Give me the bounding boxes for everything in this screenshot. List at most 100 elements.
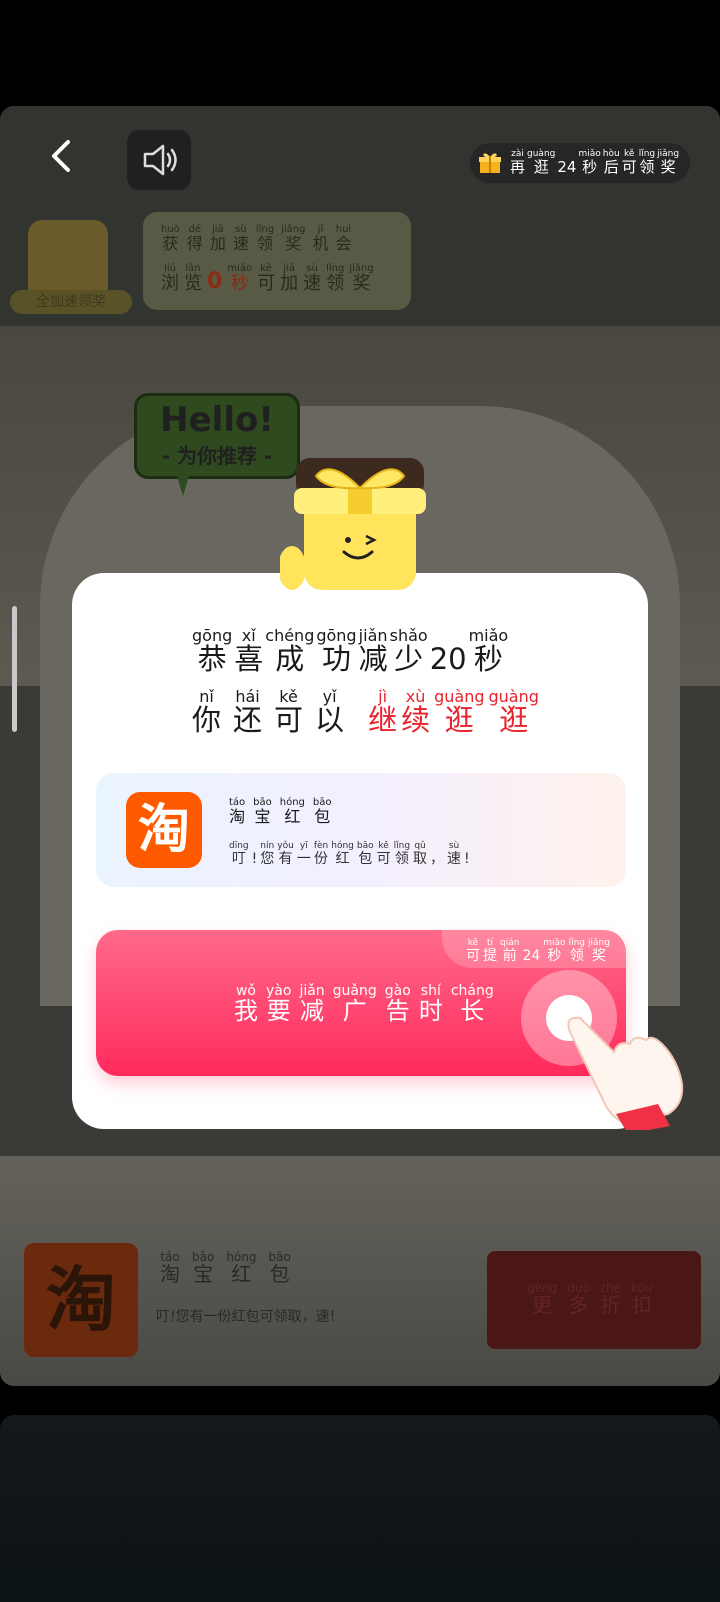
reward-char: 24 bbox=[557, 149, 576, 175]
modal-title-hanzi: 成 bbox=[275, 642, 305, 676]
modal-sub-red-hanzi: 逛 bbox=[499, 703, 529, 737]
taobao-title-char: bǎo 宝 bbox=[253, 797, 272, 825]
speaker-icon bbox=[143, 144, 177, 176]
modal-sub-char: yǐ 以 bbox=[315, 688, 344, 735]
bubble1-hanzi: 获 bbox=[162, 234, 179, 253]
taobao-desc-char: hóng 红 bbox=[331, 841, 354, 866]
taobao-logo-icon: 淘 bbox=[126, 792, 202, 868]
bubble2-hanzi: 秒 bbox=[230, 273, 249, 294]
gift-icon bbox=[479, 153, 501, 173]
bubble1-hanzi: 机 bbox=[312, 234, 329, 253]
bg-button-char: duō 多 bbox=[567, 1281, 590, 1315]
modal-title-hanzi: 恭 bbox=[197, 642, 227, 676]
bubble2-char: sù 速 bbox=[303, 263, 321, 293]
modal-title-char: gōng 恭 bbox=[192, 627, 232, 674]
bubble2-char: lǎn 览 bbox=[184, 263, 202, 293]
bg-button-char: gèng 更 bbox=[527, 1281, 557, 1315]
reward-hanzi: 秒 bbox=[582, 158, 598, 176]
modal-title-char: chéng 成 bbox=[265, 627, 314, 674]
bubble2-hanzi: 奖 bbox=[352, 273, 371, 294]
modal-subtitle-black: nǐ 你 hái 还 kě 可 yǐ 以 bbox=[192, 688, 356, 735]
bg-button-label: gèng 更 duō 多 zhé 折 kòu 扣 bbox=[527, 1281, 663, 1315]
taobao-desc-char: yī 一 bbox=[297, 841, 311, 866]
reward-hanzi: 领 bbox=[639, 158, 655, 176]
taobao-desc-hanzi: 取 bbox=[413, 851, 428, 867]
bubble1-char: dé 得 bbox=[187, 224, 203, 252]
reward-hanzi: 可 bbox=[621, 158, 637, 176]
taobao-desc-hanzi: 领 bbox=[394, 851, 409, 867]
bubble1-hanzi: 奖 bbox=[285, 234, 302, 253]
bg-title-char: hóng 红 bbox=[226, 1250, 256, 1284]
modal-sub-red-char: guàng 逛 bbox=[434, 688, 484, 735]
bubble2-char: lǐng 领 bbox=[326, 263, 344, 293]
modal-title-hanzi: 20 bbox=[429, 642, 467, 676]
bubble2-hanzi: 领 bbox=[326, 273, 345, 294]
bubble1-char: jī 机 bbox=[312, 224, 328, 252]
taobao-desc-char: qǔ 取 bbox=[413, 841, 427, 866]
cta-tag-hanzi: 奖 bbox=[591, 948, 606, 964]
taobao-desc-hanzi: 叮 bbox=[231, 851, 246, 867]
bubble2-hanzi: 可 bbox=[257, 273, 276, 294]
cta-tag-char: 24 bbox=[522, 938, 540, 963]
back-button[interactable] bbox=[46, 136, 78, 176]
bubble1-hanzi: 得 bbox=[186, 234, 203, 253]
cta-tag-hanzi: 24 bbox=[522, 948, 541, 964]
taobao-desc-hanzi: 有 bbox=[278, 851, 293, 867]
bubble1-char: huì 会 bbox=[335, 224, 351, 252]
taobao-desc-char: ， bbox=[430, 841, 444, 866]
bubble2-hanzi: 览 bbox=[184, 273, 202, 294]
bg-title-char: táo 淘 bbox=[160, 1250, 180, 1284]
taobao-desc-char: ! bbox=[464, 841, 470, 866]
modal-sub-red-char: xù 续 bbox=[401, 688, 430, 735]
cta-label-char: wǒ 我 bbox=[234, 983, 258, 1023]
modal-title-hanzi: 秒 bbox=[473, 642, 503, 676]
taobao-title-hanzi: 宝 bbox=[254, 807, 271, 826]
taobao-desc-hanzi: ， bbox=[430, 851, 445, 867]
bubble2-char: miǎo 秒 bbox=[227, 263, 252, 293]
bubble2-char: kě 可 bbox=[257, 263, 275, 293]
cta-label-char: jiǎn 减 bbox=[299, 983, 324, 1023]
modal-sub-hanzi: 以 bbox=[315, 703, 345, 737]
bg-button-hanzi: 多 bbox=[568, 1293, 589, 1317]
bg-button-hanzi: 更 bbox=[532, 1293, 553, 1317]
taobao-desc-hanzi: 速 bbox=[447, 851, 462, 867]
modal-sub-hanzi: 还 bbox=[233, 703, 263, 737]
bubble1-char: sù 速 bbox=[233, 224, 249, 252]
modal-title-char: miǎo 秒 bbox=[469, 627, 509, 674]
reward-countdown: zài 再 guàng 逛 24 miǎo 秒 hòu 后 kě 可 lǐng 领 jiǎng 奖 bbox=[470, 143, 690, 183]
reward-countdown-text: zài 再 guàng 逛 24 miǎo 秒 hòu 后 kě 可 lǐng 领 jiǎng 奖 bbox=[510, 149, 681, 175]
cta-tag-char: qián 前 bbox=[500, 938, 519, 963]
gift-mascot-icon bbox=[280, 458, 426, 590]
speed-bubble: huò 获 dé 得 jiā 加 sù 速 lǐng 领 jiǎng 奖 jī 机 huì 会 liú 浏 lǎn… bbox=[143, 212, 411, 310]
modal-sub-red-hanzi: 续 bbox=[401, 703, 431, 737]
bg-ad-desc: 叮!您有一份红包可领取，速! bbox=[156, 1309, 336, 1325]
bg-more-discount-button[interactable]: gèng 更 duō 多 zhé 折 kòu 扣 bbox=[487, 1251, 701, 1349]
cta-tag-char: lǐng 领 bbox=[569, 938, 585, 963]
modal-sub-red-char: jì 继 bbox=[368, 688, 397, 735]
cta-label-hanzi: 我 bbox=[234, 997, 258, 1025]
taobao-bg-icon: 淘 bbox=[24, 1243, 138, 1357]
bubble2-char: jiǎng 奖 bbox=[349, 263, 373, 293]
taobao-desc-char: sù 速 bbox=[447, 841, 461, 866]
reward-hanzi: 24 bbox=[557, 158, 577, 176]
taobao-desc-char: bāo 包 bbox=[357, 841, 374, 866]
taobao-title-hanzi: 包 bbox=[314, 807, 331, 826]
reward-char: kě 可 bbox=[622, 149, 637, 175]
taobao-desc-hanzi: 包 bbox=[358, 851, 373, 867]
sound-button[interactable] bbox=[127, 130, 191, 190]
bubble1-char: lǐng 领 bbox=[256, 224, 274, 252]
bubble1-char: huò 获 bbox=[161, 224, 180, 252]
reward-char: guàng 逛 bbox=[527, 149, 555, 175]
modal-title-hanzi: 喜 bbox=[234, 642, 264, 676]
reward-char: lǐng 领 bbox=[639, 149, 655, 175]
taobao-desc-char: kě 可 bbox=[377, 841, 391, 866]
cta-tag-char: jiǎng 奖 bbox=[588, 938, 610, 963]
cta-tag-hanzi: 提 bbox=[483, 948, 497, 964]
bg-title-hanzi: 包 bbox=[269, 1262, 290, 1286]
taobao-title-char: bāo 包 bbox=[313, 797, 332, 825]
taobao-desc-char: dīng 叮 bbox=[229, 841, 249, 866]
bg-title-char: bǎo 宝 bbox=[192, 1250, 214, 1284]
bg-title-hanzi: 红 bbox=[231, 1262, 252, 1286]
bubble2-hanzi: 速 bbox=[303, 273, 322, 294]
reward-char: jiǎng 奖 bbox=[657, 149, 679, 175]
